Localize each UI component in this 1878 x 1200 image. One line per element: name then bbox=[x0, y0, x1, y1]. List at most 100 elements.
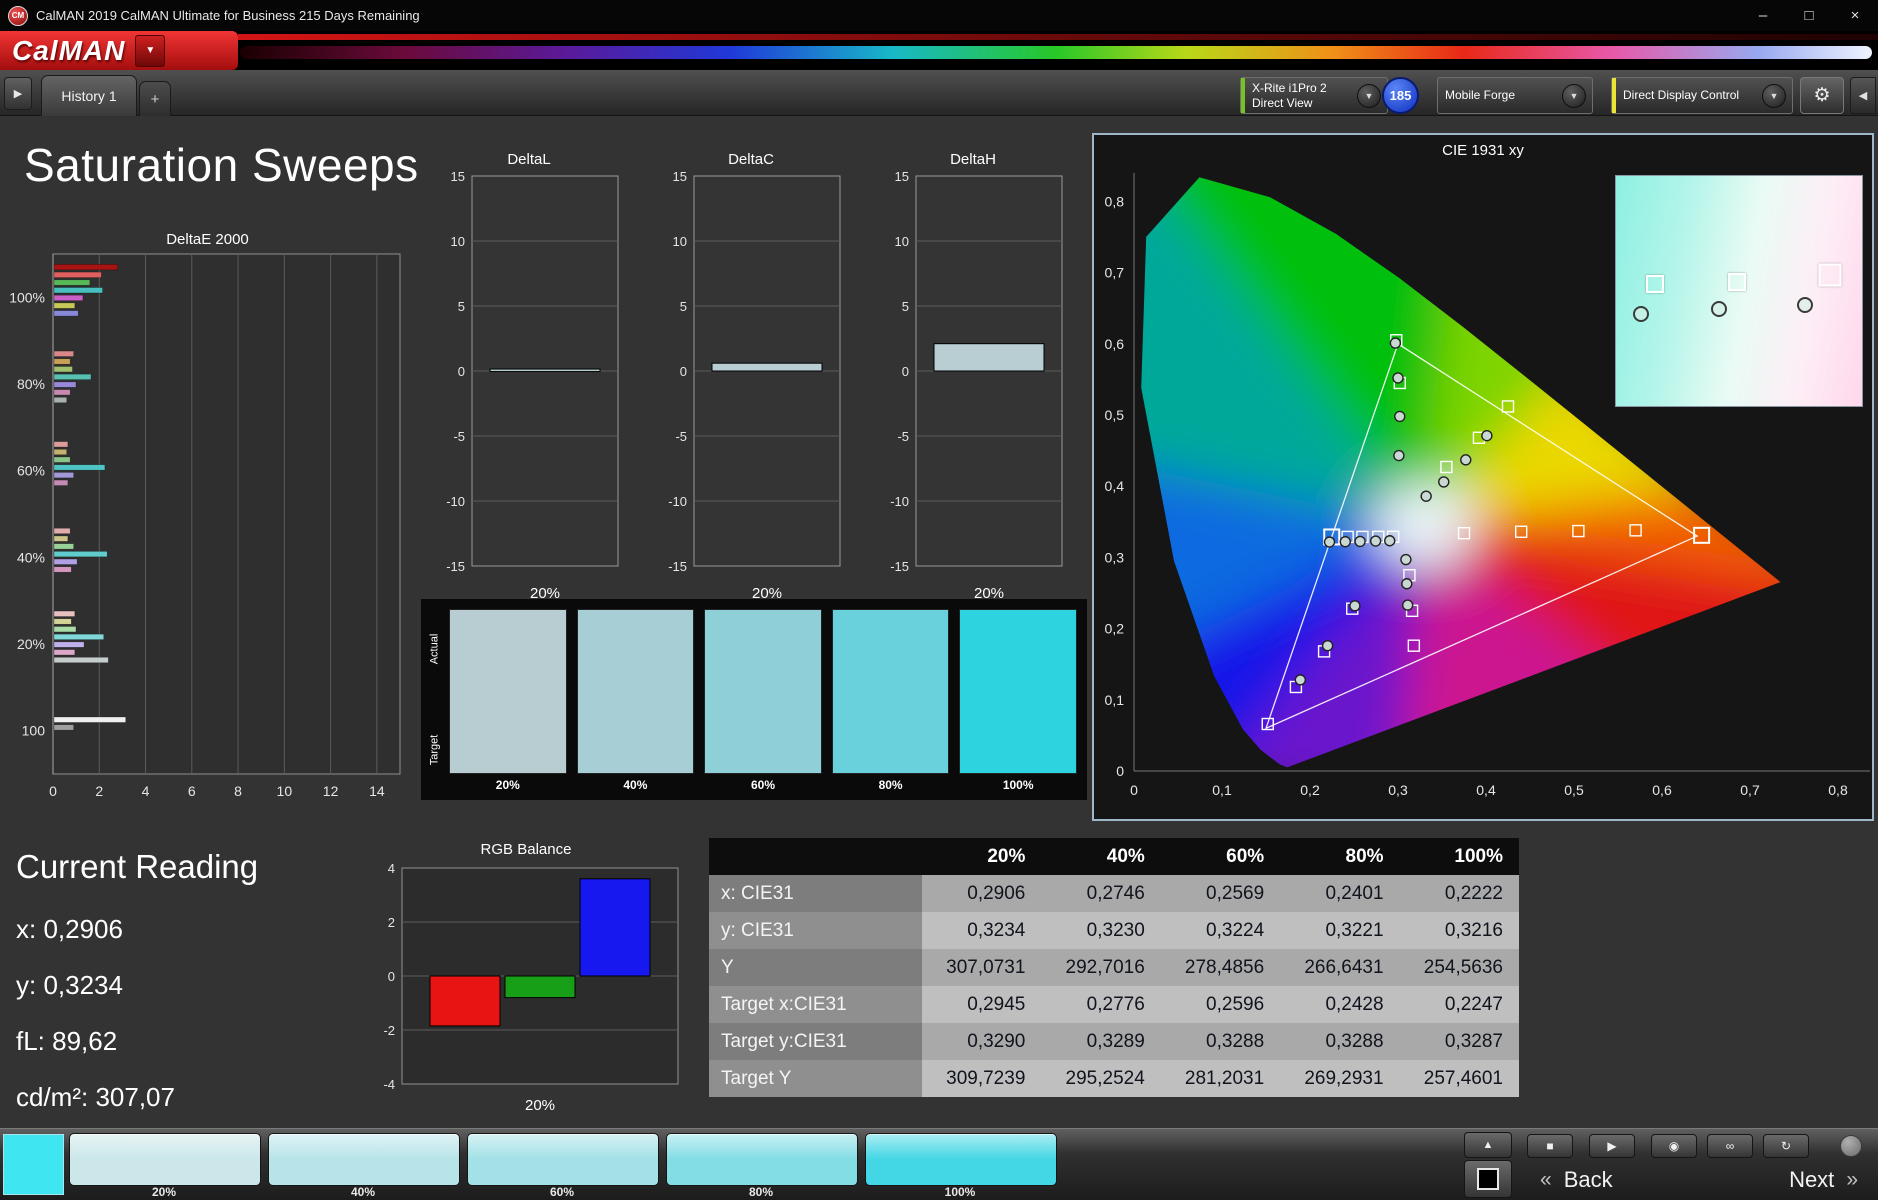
svg-text:8: 8 bbox=[234, 783, 242, 799]
table-cell: 0,2222 bbox=[1400, 875, 1519, 912]
svg-text:12: 12 bbox=[323, 783, 339, 799]
saturation-swatch: 60% bbox=[704, 609, 822, 798]
meter-dropdown-text: X-Rite i1Pro 2 Direct View bbox=[1245, 81, 1334, 110]
loop-button[interactable]: ∞ bbox=[1707, 1134, 1753, 1158]
record-button[interactable]: ◉ bbox=[1651, 1134, 1697, 1158]
svg-text:0,4: 0,4 bbox=[1476, 782, 1496, 798]
table-cell: 292,7016 bbox=[1041, 949, 1160, 986]
panel-collapse-icon: ◀ bbox=[1859, 89, 1867, 102]
layout-up-button[interactable]: ▲ bbox=[1464, 1132, 1512, 1158]
table-header-row: 20%40%60%80%100% bbox=[709, 838, 1519, 875]
rgb-balance-chart: RGB Balance -4-202420% bbox=[366, 838, 686, 1116]
svg-text:-10: -10 bbox=[446, 494, 465, 509]
rainbow-strip bbox=[240, 46, 1872, 59]
table-cell: 0,3234 bbox=[922, 912, 1041, 949]
display-control-dropdown[interactable]: Direct Display Control ▼ bbox=[1611, 77, 1793, 114]
svg-text:-10: -10 bbox=[890, 494, 909, 509]
swatch-color bbox=[959, 609, 1077, 774]
table-row: Target x:CIE310,29450,27760,25960,24280,… bbox=[709, 986, 1519, 1023]
close-button[interactable]: × bbox=[1832, 0, 1878, 31]
meter-count-badge[interactable]: 185 bbox=[1382, 77, 1419, 114]
meter-dropdown[interactable]: X-Rite i1Pro 2 Direct View ▼ bbox=[1240, 77, 1388, 114]
deltac-chart-plot: -15-10-505101520% bbox=[654, 172, 848, 628]
table-cell: 0,2247 bbox=[1400, 986, 1519, 1023]
pattern-window-button[interactable] bbox=[1464, 1160, 1512, 1198]
svg-text:60%: 60% bbox=[17, 463, 45, 479]
svg-text:-5: -5 bbox=[675, 429, 687, 444]
deltac-chart: DeltaC -15-10-505101520% bbox=[654, 148, 848, 623]
inset-target-point bbox=[1646, 275, 1664, 293]
table-row: x: CIE310,29060,27460,25690,24010,2222 bbox=[709, 875, 1519, 912]
back-button-label: Back bbox=[1564, 1167, 1613, 1193]
patch-button-60%[interactable] bbox=[467, 1133, 659, 1186]
cie-measured-point bbox=[1355, 536, 1365, 546]
panel-expand-button[interactable]: ▶ bbox=[4, 77, 32, 110]
svg-text:20%: 20% bbox=[17, 636, 45, 652]
inset-target-point bbox=[1819, 263, 1842, 286]
patch-button-100%[interactable] bbox=[865, 1133, 1057, 1186]
current-reading-x: x: 0,2906 bbox=[16, 914, 258, 945]
cie-chart-title: CIE 1931 xy bbox=[1094, 135, 1872, 163]
svg-text:2: 2 bbox=[95, 783, 103, 799]
minimize-button[interactable]: – bbox=[1740, 0, 1786, 31]
svg-text:-5: -5 bbox=[453, 429, 465, 444]
svg-text:0: 0 bbox=[49, 783, 57, 799]
svg-text:-15: -15 bbox=[890, 559, 909, 574]
svg-text:5: 5 bbox=[458, 299, 465, 314]
deltal-chart-title: DeltaL bbox=[432, 148, 626, 172]
svg-text:6: 6 bbox=[188, 783, 196, 799]
table-cell: 0,3287 bbox=[1400, 1023, 1519, 1060]
brand-menu-arrow-icon[interactable]: ▼ bbox=[135, 35, 165, 67]
inset-measured-point bbox=[1711, 301, 1727, 317]
window-title: CalMAN 2019 CalMAN Ultimate for Business… bbox=[36, 8, 420, 23]
tab-history-1[interactable]: History 1 bbox=[41, 75, 137, 116]
next-chevron-icon: » bbox=[1834, 1168, 1870, 1192]
row-label: Target x:CIE31 bbox=[709, 986, 922, 1023]
patch-button-80%[interactable] bbox=[666, 1133, 858, 1186]
table-cell: 0,2569 bbox=[1161, 875, 1280, 912]
swatch-color bbox=[832, 609, 950, 774]
deltae-2000-chart: DeltaE 2000 02468101214100%80%60%40%20%1… bbox=[5, 228, 410, 808]
panel-collapse-button[interactable]: ◀ bbox=[1850, 77, 1876, 114]
add-tab-button[interactable]: + bbox=[139, 81, 171, 116]
cie-measured-point bbox=[1323, 641, 1333, 651]
header: CalMAN ▼ bbox=[0, 31, 1878, 70]
brand-logo-text: CalMAN bbox=[0, 35, 125, 67]
table-cell: 0,2945 bbox=[922, 986, 1041, 1023]
brand-logo[interactable]: CalMAN ▼ bbox=[0, 31, 238, 70]
settings-button[interactable]: ⚙ bbox=[1800, 77, 1844, 114]
svg-text:0: 0 bbox=[902, 364, 909, 379]
svg-text:15: 15 bbox=[451, 172, 465, 184]
svg-text:14: 14 bbox=[369, 783, 385, 799]
next-button[interactable]: Next » bbox=[1708, 1161, 1870, 1199]
table-cell: 0,2428 bbox=[1280, 986, 1399, 1023]
table-cell: 281,2031 bbox=[1161, 1060, 1280, 1097]
back-button[interactable]: « Back bbox=[1528, 1161, 1703, 1199]
svg-text:0: 0 bbox=[388, 969, 395, 984]
meter-mode: Direct View bbox=[1252, 96, 1327, 110]
table-cell: 295,2524 bbox=[1041, 1060, 1160, 1097]
svg-text:-15: -15 bbox=[668, 559, 687, 574]
pattern-source-dropdown[interactable]: Mobile Forge ▼ bbox=[1437, 77, 1593, 114]
bottom-bar: ▲ ■ ▶ ◉ ∞ ↻ « Back Next » 20%40%60%80%10… bbox=[0, 1128, 1878, 1200]
refresh-button[interactable]: ↻ bbox=[1763, 1134, 1809, 1158]
row-label: Target Y bbox=[709, 1060, 922, 1097]
rgb-balance-title: RGB Balance bbox=[366, 838, 686, 862]
svg-text:0,8: 0,8 bbox=[1828, 782, 1848, 798]
cie-measured-point bbox=[1394, 451, 1404, 461]
pattern-source-label: Mobile Forge bbox=[1438, 88, 1522, 102]
title-bar: CM CalMAN 2019 CalMAN Ultimate for Busin… bbox=[0, 0, 1878, 31]
patch-button-20%[interactable] bbox=[69, 1133, 261, 1186]
next-button-label: Next bbox=[1789, 1167, 1834, 1193]
table-cell: 269,2931 bbox=[1280, 1060, 1399, 1097]
patch-button-40%[interactable] bbox=[268, 1133, 460, 1186]
status-indicator-circle bbox=[1840, 1135, 1862, 1157]
maximize-button[interactable]: □ bbox=[1786, 0, 1832, 31]
svg-text:-15: -15 bbox=[446, 559, 465, 574]
cie-measured-point bbox=[1371, 536, 1381, 546]
play-button[interactable]: ▶ bbox=[1589, 1134, 1635, 1158]
cie-measured-point bbox=[1395, 411, 1405, 421]
cie-measured-point bbox=[1325, 537, 1335, 547]
stop-button[interactable]: ■ bbox=[1527, 1134, 1573, 1158]
chevron-down-icon: ▼ bbox=[1357, 84, 1381, 108]
